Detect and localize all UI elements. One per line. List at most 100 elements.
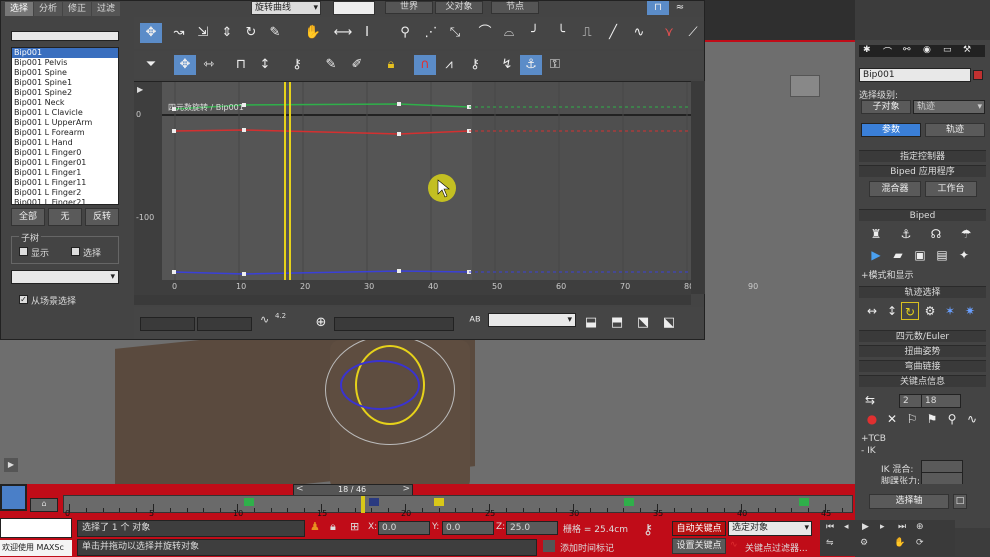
biped-rollout[interactable]: Biped <box>859 209 986 221</box>
key-marker[interactable] <box>799 498 809 506</box>
track-bar-icon[interactable]: ⌂ <box>30 498 58 512</box>
save-file-icon[interactable]: ▣ <box>911 246 929 264</box>
object-list-item[interactable]: Bip001 L Hand <box>12 138 118 148</box>
ik-label[interactable]: - IK <box>861 446 876 456</box>
object-list-item[interactable]: Bip001 L UpperArm <box>12 118 118 128</box>
select-all-button[interactable]: 全部 <box>11 208 45 226</box>
key-marker[interactable] <box>244 498 254 506</box>
zoom-icon[interactable]: ⚲ <box>394 23 416 43</box>
body-rotation-icon[interactable]: ↻ <box>901 302 919 320</box>
motion-flow-icon[interactable]: ☊ <box>927 225 945 243</box>
symmetric-icon[interactable]: ✶ <box>941 302 959 320</box>
curve-red-icon[interactable]: ⋎ <box>658 23 680 43</box>
mode-icon[interactable]: ✦ <box>955 246 973 264</box>
scale-values-icon[interactable]: ⇕ <box>216 23 238 43</box>
key-info-rollout[interactable]: 关键点信息 <box>859 375 986 387</box>
pan-view-icon[interactable]: ✋ <box>894 538 905 548</box>
key-marker[interactable] <box>369 498 379 506</box>
subobject-button[interactable]: 子对象 <box>861 100 911 114</box>
key-marker[interactable] <box>434 498 444 506</box>
selection-set-dropdown[interactable]: ▾ <box>488 313 576 327</box>
curve-graph[interactable]: 四元数旋转 / Bip001 0 -100 0 10 20 30 40 50 60 70 80 9… <box>134 81 758 295</box>
object-name-field[interactable]: Bip001 <box>859 68 971 82</box>
tangent-linear-icon[interactable]: ╱ <box>602 23 624 43</box>
y-coord-field[interactable]: 0.0 <box>442 521 494 535</box>
maxscript-listener[interactable] <box>0 518 72 538</box>
lock-selection-icon[interactable]: ⊓ <box>230 55 252 75</box>
create-tab-icon[interactable]: ✱ <box>863 45 871 55</box>
set-free-icon[interactable]: ⚲ <box>943 410 961 428</box>
lock-icon[interactable]: 🔒︎ <box>380 55 402 75</box>
move-keys-icon[interactable]: ✥ <box>140 23 162 43</box>
twist-rollout[interactable]: 扭曲姿势 <box>859 345 986 357</box>
prev-next-key-icon[interactable]: ⇆ <box>861 391 879 409</box>
tangent-auto-icon[interactable]: ⌒ <box>474 23 496 43</box>
lock-cog-icon[interactable]: ⚙ <box>921 302 939 320</box>
tab-modify[interactable]: 修正 <box>63 2 92 16</box>
slide-icon[interactable]: ⇿ <box>198 55 220 75</box>
axis-option-button[interactable]: □ <box>953 494 967 509</box>
rotate-ring-z[interactable] <box>340 360 420 410</box>
object-list-item[interactable]: Bip001 L Finger1 <box>12 168 118 178</box>
viewcube[interactable] <box>790 75 820 97</box>
named-set-dropdown[interactable]: ▾ <box>11 270 119 284</box>
auto-key-button[interactable]: 自动关键点 <box>672 521 726 536</box>
tangent-curve-icon[interactable]: ∿ <box>260 313 269 326</box>
object-list-item[interactable]: Bip001 Neck <box>12 98 118 108</box>
show-tangents-icon[interactable]: ⩘ <box>438 55 460 75</box>
go-start-icon[interactable]: ⏮ <box>826 522 834 532</box>
tangent-smooth-icon[interactable]: ∿ <box>628 23 650 43</box>
tab-select[interactable]: 选择 <box>5 2 34 16</box>
key-tools-3-icon[interactable]: ⬔ <box>632 313 654 333</box>
time-tag-icon[interactable] <box>543 540 555 552</box>
mini-curve-toggle[interactable] <box>0 484 27 511</box>
reduce-keys-icon[interactable]: ⤡ <box>444 23 466 43</box>
tracks-tab[interactable]: 轨迹 <box>925 123 985 137</box>
add-key-icon[interactable]: ↻ <box>240 23 262 43</box>
prev-key-icon[interactable]: ◂ <box>844 522 849 532</box>
body-horizontal-icon[interactable]: ↔ <box>863 302 881 320</box>
next-frame-icon[interactable]: > <box>402 484 410 494</box>
curve-type-dropdown[interactable]: 旋转曲线 ▾ <box>251 1 321 15</box>
figure-mode-icon[interactable]: ♜ <box>867 225 885 243</box>
prev-frame-icon[interactable]: < <box>296 484 304 494</box>
curve-edit-icon[interactable]: ✎ <box>320 55 342 75</box>
utilities-tab-icon[interactable]: ⚒ <box>963 45 971 55</box>
time-config-icon[interactable]: ⚙ <box>860 538 868 548</box>
key-add-icon[interactable]: ⚷ <box>286 55 308 75</box>
welcome-text[interactable]: 欢迎使用 MAXSc <box>0 540 72 556</box>
node-button[interactable]: 节点 <box>491 1 539 14</box>
z-coord-field[interactable]: 25.0 <box>506 521 558 535</box>
object-list-item[interactable]: Bip001 Pelvis <box>12 58 118 68</box>
frame-field[interactable] <box>140 317 195 331</box>
object-list-item[interactable]: Bip001 L Finger01 <box>12 158 118 168</box>
tangent-lock-icon[interactable]: ⟋ <box>682 23 704 43</box>
set-planted-icon[interactable]: ⚐ <box>903 410 921 428</box>
tangent-slow-icon[interactable]: ╰ <box>550 23 572 43</box>
move-keys-2-icon[interactable]: ✥ <box>174 55 196 75</box>
assign-controller-rollout[interactable]: 指定控制器 <box>859 150 986 162</box>
opposite-icon[interactable]: ✷ <box>961 302 979 320</box>
from-scene-checkbox[interactable]: ✓ <box>19 295 28 304</box>
bend-rollout[interactable]: 弯曲链接 <box>859 360 986 372</box>
key-tools-4-icon[interactable]: ⬕ <box>658 313 680 333</box>
set-key-icon[interactable]: ● <box>863 410 881 428</box>
object-filter-field[interactable] <box>11 31 119 41</box>
delete-key-icon[interactable]: ✕ <box>883 410 901 428</box>
object-list-item[interactable]: Bip001 L Forearm <box>12 128 118 138</box>
tangent-step-icon[interactable]: ⎍ <box>576 23 598 43</box>
zoom-extents-icon[interactable]: ⊕ <box>916 522 924 532</box>
tangent-fast-icon[interactable]: ╯ <box>524 23 546 43</box>
wave-icon[interactable]: ≈ <box>669 1 691 15</box>
key-mode-dropdown[interactable]: 选定对象 ▾ <box>728 521 812 536</box>
world-button[interactable]: 世界 <box>385 1 433 14</box>
load-file-icon[interactable]: ▰ <box>889 246 907 264</box>
draw-curves-icon[interactable]: ✎ <box>264 23 286 43</box>
object-list-item[interactable]: Bip001 L Finger0 <box>12 148 118 158</box>
motion-tab-icon[interactable]: ◉ <box>923 45 931 55</box>
value-field[interactable] <box>197 317 252 331</box>
object-list-item[interactable]: Bip001 L Finger21 <box>12 198 118 204</box>
display-tab-icon[interactable]: ▭ <box>943 45 952 55</box>
magnet-icon[interactable]: ⊓ <box>647 1 669 15</box>
object-list-item[interactable]: Bip001 Spine <box>12 68 118 78</box>
